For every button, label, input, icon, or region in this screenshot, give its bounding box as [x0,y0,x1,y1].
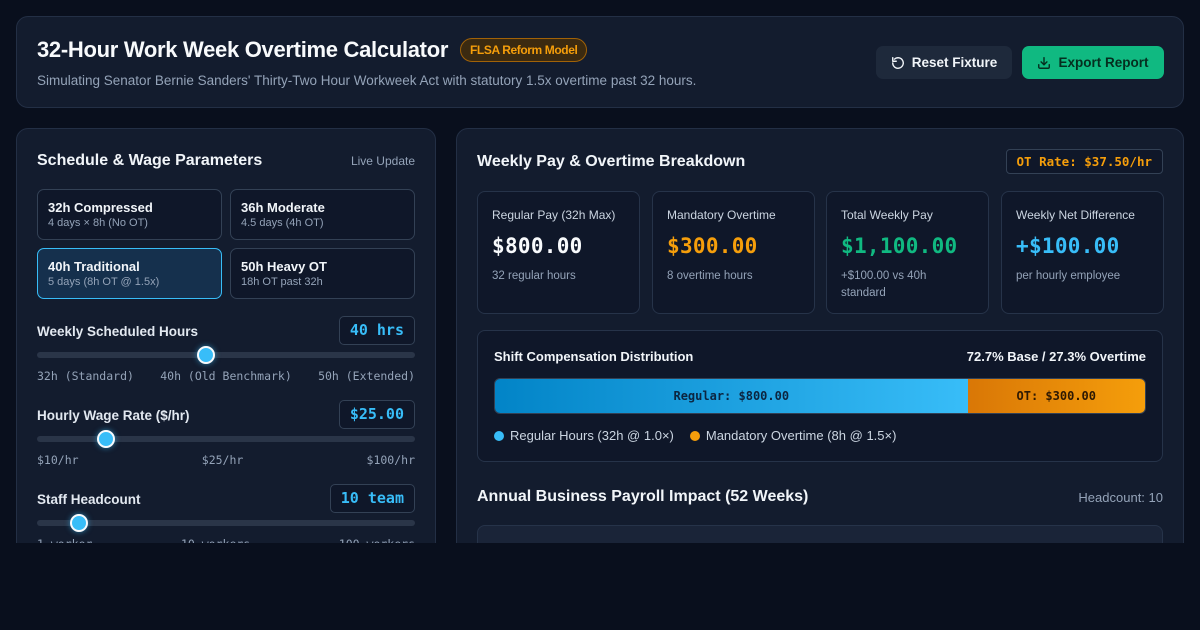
page-title: 32-Hour Work Week Overtime Calculator [37,37,449,62]
stat-note: 32 regular hours [492,270,576,282]
wage-slider-track[interactable] [37,430,415,448]
preset-title: 40h Traditional [48,259,140,274]
hours-slider-track[interactable] [37,346,415,364]
preset-subtitle: 5 days (8h OT @ 1.5x) [48,276,160,288]
stat-value: +$100.00 [1016,234,1120,258]
stat-regular-pay: Regular Pay (32h Max) $800.00 32 regular… [477,191,640,314]
wage-value: $25.00 [338,400,415,429]
breakdown-panel: Weekly Pay & Overtime Breakdown OT Rate:… [456,128,1184,578]
tick-label: $25/hr [201,453,244,467]
breakdown-title: Weekly Pay & Overtime Breakdown [477,153,746,170]
tick-label: 32h (Standard) [37,369,134,383]
stat-value: $300.00 [667,234,758,258]
stat-label: Weekly Net Difference [1016,208,1135,222]
distribution-overtime-segment: OT: $300.00 [967,379,1145,413]
distribution-title: Shift Compensation Distribution [494,349,694,364]
tick-label: $100/hr [366,453,415,467]
legend-overtime-label: Mandatory Overtime (8h @ 1.5×) [705,428,897,443]
hours-slider-thumb[interactable] [197,346,215,364]
live-update-label: Live Update [350,154,415,168]
legend-overtime: Mandatory Overtime (8h @ 1.5×) [689,428,897,443]
wage-ticks: $10/hr $25/hr $100/hr [37,453,415,467]
stat-label: Total Weekly Pay [841,208,933,222]
wage-slider-thumb[interactable] [97,430,115,448]
ot-rate-badge: OT Rate: $37.50/hr [1005,149,1163,174]
reset-fixture-label: Reset Fixture [911,55,998,70]
page-subtitle: Simulating Senator Bernie Sanders' Thirt… [37,73,697,88]
distribution-legend: Regular Hours (32h @ 1.0×) Mandatory Ove… [494,428,896,443]
stat-note: 8 overtime hours [667,270,753,282]
stat-mandatory-overtime: Mandatory Overtime $300.00 8 overtime ho… [652,191,815,314]
distribution-bar: Regular: $800.00 OT: $300.00 [494,378,1146,414]
rotate-ccw-icon [891,56,905,70]
legend-regular-label: Regular Hours (32h @ 1.0×) [510,428,674,443]
stat-weekly-net-difference: Weekly Net Difference +$100.00 per hourl… [1001,191,1164,314]
tick-label: 40h (Old Benchmark) [160,369,292,383]
preset-title: 50h Heavy OT [241,259,327,274]
headcount-value: 10 team [329,484,415,513]
preset-subtitle: 4 days × 8h (No OT) [48,217,148,229]
preset-32h-compressed[interactable]: 32h Compressed 4 days × 8h (No OT) [37,189,222,240]
parameters-title: Schedule & Wage Parameters [37,152,263,169]
legend-dot-overtime [689,430,700,441]
stat-label: Mandatory Overtime [667,208,776,222]
annual-headcount: Headcount: 10 [1078,490,1163,505]
hours-label: Weekly Scheduled Hours [37,324,199,339]
headcount-slider-thumb[interactable] [69,514,88,532]
stat-total-weekly-pay: Total Weekly Pay $1,100.00 +$100.00 vs 4… [826,191,989,314]
headcount-slider-track[interactable] [37,514,415,532]
export-report-label: Export Report [1058,55,1149,70]
export-report-button[interactable]: Export Report [1022,46,1164,79]
distribution-ratio: 72.7% Base / 27.3% Overtime [966,349,1146,364]
preset-40h-traditional[interactable]: 40h Traditional 5 days (8h OT @ 1.5x) [37,248,222,299]
preset-title: 36h Moderate [241,200,325,215]
headcount-label: Staff Headcount [37,492,141,507]
annual-impact-title: Annual Business Payroll Impact (52 Weeks… [477,488,809,505]
stat-value: $1,100.00 [841,234,958,258]
preset-subtitle: 4.5 days (4h OT) [241,217,324,229]
hours-value: 40 hrs [338,316,415,345]
stat-note: per hourly employee [1016,270,1121,282]
legend-dot-regular [494,430,504,441]
distribution-regular-segment: Regular: $800.00 [495,379,968,413]
stat-label: Regular Pay (32h Max) [492,208,616,222]
wage-label: Hourly Wage Rate ($/hr) [37,408,190,423]
distribution-card: Shift Compensation Distribution 72.7% Ba… [477,330,1163,462]
tick-label: 50h (Extended) [318,369,415,383]
stat-note: +$100.00 vs 40h standard [841,270,927,299]
reset-fixture-button[interactable]: Reset Fixture [876,46,1012,79]
parameters-panel: Schedule & Wage Parameters Live Update 3… [16,128,436,578]
preset-subtitle: 18h OT past 32h [241,276,323,288]
header-card: 32-Hour Work Week Overtime Calculator FL… [16,16,1184,108]
preset-title: 32h Compressed [48,200,153,215]
tick-label: $10/hr [37,453,79,467]
legend-regular: Regular Hours (32h @ 1.0×) [494,428,674,443]
preset-50h-heavy-ot[interactable]: 50h Heavy OT 18h OT past 32h [230,248,415,299]
viewport-bottom [0,543,1200,630]
stat-value: $800.00 [492,234,583,258]
download-icon [1037,56,1051,70]
flsa-badge: FLSA Reform Model [460,38,588,62]
preset-36h-moderate[interactable]: 36h Moderate 4.5 days (4h OT) [230,189,415,240]
hours-ticks: 32h (Standard) 40h (Old Benchmark) 50h (… [37,369,415,383]
